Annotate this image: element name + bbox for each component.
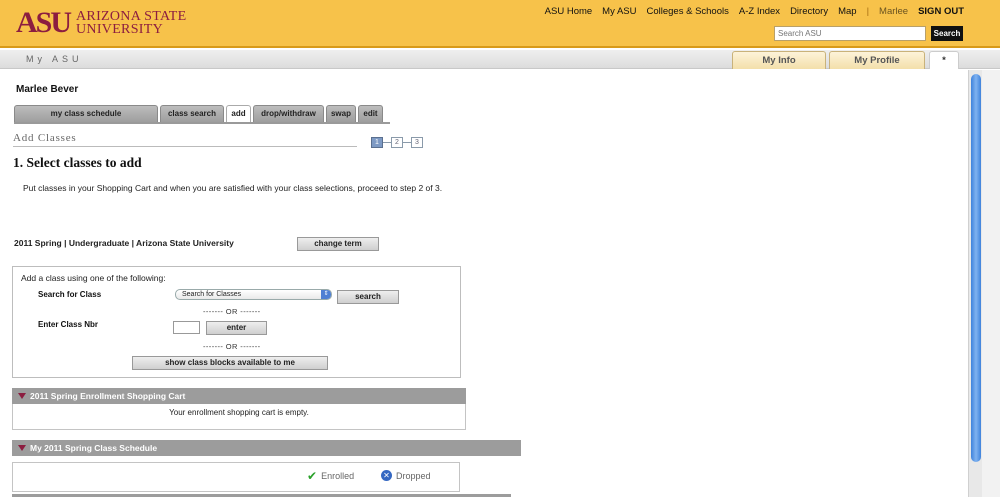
step-2: 2 — [391, 137, 403, 148]
top-nav: ASU Home My ASU Colleges & Schools A-Z I… — [545, 6, 964, 17]
tab-class-search[interactable]: class search — [160, 105, 224, 122]
site-search-button[interactable]: Search — [931, 26, 963, 41]
nav-map[interactable]: Map — [838, 6, 856, 17]
tab-my-profile[interactable]: My Profile — [829, 51, 925, 69]
enter-button[interactable]: enter — [206, 321, 267, 335]
search-for-class-label: Search for Class — [38, 290, 102, 299]
tab-star[interactable]: * — [929, 51, 959, 69]
class-schedule-header[interactable]: My 2011 Spring Class Schedule — [12, 440, 521, 456]
nav-separator: | — [866, 6, 870, 17]
shopping-cart-header[interactable]: 2011 Spring Enrollment Shopping Cart — [12, 388, 466, 404]
or-divider: ------- OR ------- — [203, 307, 261, 316]
main-content: Marlee Bever my class schedule class sea… — [0, 70, 968, 497]
my-asu-title: My ASU — [26, 54, 83, 64]
tab-my-info[interactable]: My Info — [732, 51, 826, 69]
logo-wordmark: ARIZONA STATE UNIVERSITY — [76, 10, 187, 37]
shopping-cart-body: Your enrollment shopping cart is empty. — [12, 404, 466, 430]
class-schedule-body: ✔ Enrolled ✕ Dropped — [12, 462, 460, 492]
site-header: ASU ARIZONA STATE UNIVERSITY ASU Home My… — [0, 0, 1000, 48]
add-class-intro: Add a class using one of the following: — [21, 273, 166, 283]
tab-swap[interactable]: swap — [326, 105, 356, 122]
legend-enrolled-label: Enrolled — [321, 471, 355, 481]
step-indicator: 1 2 3 — [371, 137, 423, 148]
tab-drop-withdraw[interactable]: drop/withdraw — [253, 105, 324, 122]
nav-asu-home[interactable]: ASU Home — [545, 6, 593, 17]
window-edge — [982, 70, 1000, 497]
search-class-select[interactable]: Search for Classes ⇕ — [175, 289, 332, 300]
logo-line-2: UNIVERSITY — [76, 22, 164, 37]
legend-enrolled: ✔ Enrolled — [307, 469, 354, 483]
term-info: 2011 Spring | Undergraduate | Arizona St… — [14, 238, 234, 248]
shopping-cart-title: 2011 Spring Enrollment Shopping Cart — [30, 391, 186, 401]
collapse-arrow-icon — [18, 445, 26, 451]
site-search-input[interactable] — [774, 26, 926, 41]
tab-my-class-schedule[interactable]: my class schedule — [14, 105, 158, 122]
registration-tabs: my class schedule class search add drop/… — [14, 105, 383, 122]
sign-out-link[interactable]: SIGN OUT — [918, 6, 964, 17]
collapse-arrow-icon — [18, 393, 26, 399]
legend-dropped-label: Dropped — [396, 470, 431, 481]
nav-colleges-schools[interactable]: Colleges & Schools — [646, 6, 728, 17]
vertical-scrollbar[interactable] — [968, 70, 982, 497]
step-1: 1 — [371, 137, 383, 148]
tabs-underline — [14, 122, 390, 124]
select-value: Search for Classes — [182, 291, 242, 298]
search-button[interactable]: search — [337, 290, 399, 304]
nav-directory[interactable]: Directory — [790, 6, 828, 17]
step-3: 3 — [411, 137, 423, 148]
add-class-box: Add a class using one of the following: … — [12, 266, 461, 378]
cart-empty-message: Your enrollment shopping cart is empty. — [169, 408, 309, 417]
check-icon: ✔ — [307, 469, 318, 483]
instructions-text: Put classes in your Shopping Cart and wh… — [23, 183, 443, 193]
show-class-blocks-button[interactable]: show class blocks available to me — [132, 356, 328, 370]
section-title: Add Classes — [13, 132, 77, 144]
title-divider — [13, 146, 357, 147]
tab-edit[interactable]: edit — [358, 105, 383, 122]
nav-my-asu[interactable]: My ASU — [602, 6, 636, 17]
asu-logo[interactable]: ASU ARIZONA STATE UNIVERSITY — [16, 8, 187, 38]
step-connector — [403, 142, 411, 143]
step-connector — [383, 142, 391, 143]
dropped-x-icon: ✕ — [381, 470, 392, 481]
step-heading: 1. Select classes to add — [13, 155, 142, 170]
nav-user-name: Marlee — [879, 6, 909, 17]
change-term-button[interactable]: change term — [297, 237, 379, 251]
class-schedule-title: My 2011 Spring Class Schedule — [30, 443, 158, 453]
or-divider: ------- OR ------- — [203, 342, 261, 351]
select-arrows-icon: ⇕ — [321, 290, 331, 299]
tab-add[interactable]: add — [226, 105, 251, 122]
scrollbar-thumb[interactable] — [971, 74, 981, 462]
student-name: Marlee Bever — [16, 84, 79, 95]
legend-dropped: ✕ Dropped — [381, 470, 431, 481]
logo-mark: ASU — [16, 6, 72, 39]
class-nbr-input[interactable] — [173, 321, 200, 334]
nav-az-index[interactable]: A-Z Index — [739, 6, 780, 17]
enter-class-nbr-label: Enter Class Nbr — [38, 320, 99, 329]
